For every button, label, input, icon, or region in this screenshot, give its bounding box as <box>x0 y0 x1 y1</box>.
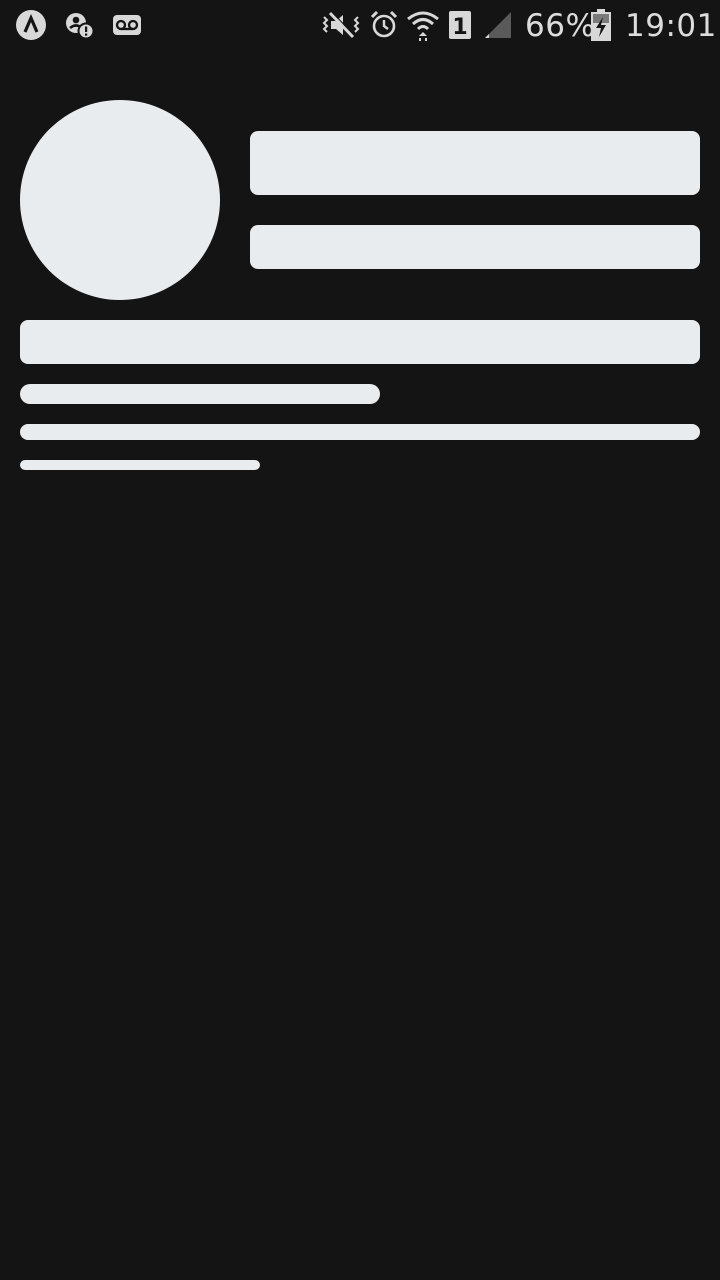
battery-charging-icon <box>588 0 614 50</box>
sim-slot-label: 1 <box>452 15 467 40</box>
status-bar: 1 66% 19:01 <box>0 0 720 50</box>
wifi-icon <box>404 0 442 50</box>
skeleton-text-line <box>20 384 380 404</box>
app-notification-icon <box>14 0 48 50</box>
voicemail-icon <box>110 0 144 50</box>
skeleton-content-bar <box>20 320 700 364</box>
skeleton-text-line <box>20 460 260 470</box>
alarm-icon <box>368 0 400 50</box>
account-alert-icon <box>62 0 96 50</box>
skeleton-subtitle-bar <box>250 225 700 269</box>
sim-slot-icon: 1 <box>446 0 474 50</box>
skeleton-text-line <box>20 424 700 440</box>
skeleton-avatar <box>20 100 220 300</box>
vibrate-mute-icon <box>320 0 362 50</box>
battery-percent: 66% <box>525 8 596 44</box>
clock-time: 19:01 <box>625 8 717 44</box>
skeleton-title-bar <box>250 131 700 195</box>
cell-signal-icon <box>482 0 514 50</box>
